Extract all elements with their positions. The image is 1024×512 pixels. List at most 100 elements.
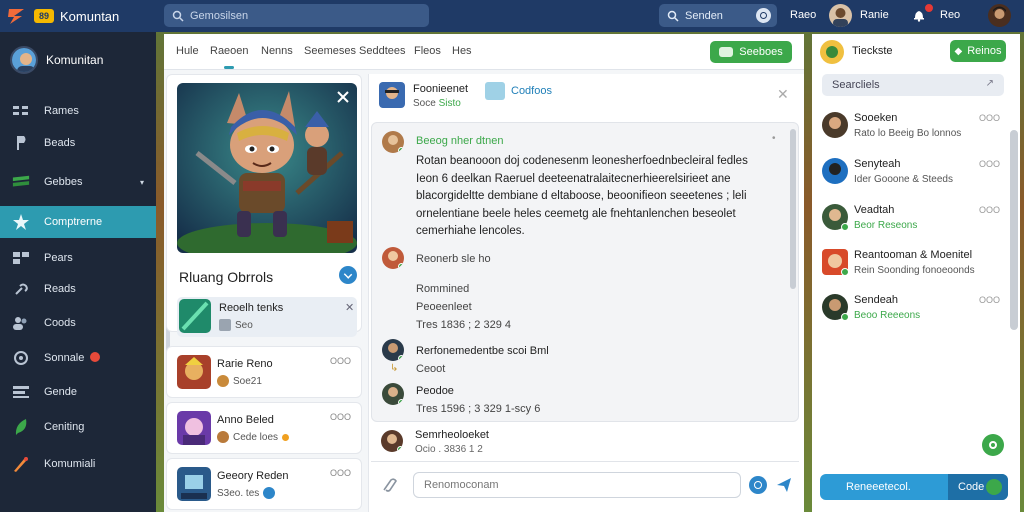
reply-icon[interactable]: ↳ bbox=[390, 363, 398, 374]
close-icon[interactable] bbox=[335, 89, 351, 105]
search-go-icon[interactable] bbox=[756, 8, 771, 23]
message-line: Rommined bbox=[416, 283, 470, 295]
card-time: OOO bbox=[329, 356, 351, 366]
contact-item[interactable]: Senyteah Ider Gooone & Steeds OOO bbox=[820, 154, 1010, 194]
new-button-label: Seeboes bbox=[739, 46, 783, 58]
message-preview[interactable]: Semrheoloeket Ocio . 3836 1 2 bbox=[371, 422, 799, 462]
refresh-button[interactable] bbox=[982, 434, 1004, 456]
plus-icon bbox=[719, 47, 734, 57]
online-indicator bbox=[398, 147, 404, 153]
panel-title: Tieckste bbox=[852, 45, 893, 57]
global-search-input[interactable]: Gemosilsen bbox=[164, 4, 429, 27]
main-content: Hule Raeoen Nenns Seemeses Seddtees Fleo… bbox=[164, 34, 804, 512]
avatar bbox=[217, 375, 229, 387]
sidebar-item-sonnale[interactable]: Sonnale bbox=[0, 342, 156, 374]
list-item[interactable]: Rarie Reno Soe21 OOO bbox=[166, 346, 362, 398]
secondary-search-text: Senden bbox=[685, 9, 723, 22]
leaf-icon bbox=[12, 418, 30, 436]
scrollbar[interactable] bbox=[790, 129, 796, 289]
quick-reply-action[interactable]: Code bbox=[948, 474, 1008, 500]
panel-avatar[interactable] bbox=[820, 40, 844, 64]
send-icon[interactable] bbox=[775, 476, 793, 494]
message-author: Peodoe bbox=[416, 385, 454, 397]
tab-seddtees[interactable]: Seddtees bbox=[359, 45, 405, 57]
chat-subtitle: Soce Sisto bbox=[413, 98, 461, 109]
clear-icon[interactable]: ↗ bbox=[986, 78, 994, 89]
sidebar-profile[interactable]: Komunitan bbox=[10, 46, 103, 74]
sidebar-item-gebbes[interactable]: Gebbes ▾ bbox=[0, 166, 156, 198]
dismiss-icon[interactable]: ✕ bbox=[345, 301, 354, 314]
tab-nenns[interactable]: Nenns bbox=[261, 45, 293, 57]
sidebar-item-ceniting[interactable]: Ceniting bbox=[0, 411, 156, 443]
post-list: Rluang Obrrols Reoelh tenks Seo ✕ Rarie … bbox=[166, 74, 362, 512]
contact-item[interactable]: Veadtah Beor Reseons OOO bbox=[820, 200, 1010, 240]
message-line: Tres 1836 ; 2 329 4 bbox=[416, 319, 511, 331]
avatar bbox=[822, 112, 848, 138]
card-thumbnail bbox=[177, 467, 211, 501]
tab-hes[interactable]: Hes bbox=[452, 45, 472, 57]
channel-tag-label: Codfoos bbox=[511, 85, 552, 97]
sidebar-item-rames[interactable]: Rames bbox=[0, 95, 156, 127]
avatar[interactable] bbox=[382, 247, 404, 269]
avatar[interactable] bbox=[382, 131, 404, 153]
link-icon bbox=[263, 487, 276, 499]
left-sidebar: Komunitan Rames Beads Gebbes ▾ Comptrern… bbox=[0, 32, 156, 512]
featured-card[interactable]: Rluang Obrrols Reoelh tenks Seo ✕ bbox=[166, 74, 362, 337]
pin-icon[interactable]: ✕ bbox=[777, 86, 789, 103]
sidebar-alert-dot bbox=[90, 352, 100, 362]
tab-fleos[interactable]: Fleos bbox=[414, 45, 441, 57]
avatar[interactable] bbox=[382, 383, 404, 405]
card-thumbnail bbox=[177, 411, 211, 445]
more-icon[interactable]: • bbox=[772, 133, 776, 144]
globe-icon bbox=[12, 349, 30, 367]
quick-reply-input[interactable]: Reneeetecol. Code bbox=[820, 474, 1008, 500]
lightning-logo-icon bbox=[6, 5, 28, 27]
sidebar-item-coods[interactable]: Coods bbox=[0, 307, 156, 339]
contact-item[interactable]: Sooeken Rato lo Beeig Bo lonnos OOO bbox=[820, 108, 1010, 148]
chat-avatar[interactable] bbox=[379, 82, 405, 108]
featured-subitem[interactable]: Reoelh tenks Seo ✕ bbox=[177, 297, 357, 337]
message-input[interactable]: Renomoconam bbox=[413, 472, 741, 498]
subitem-name: Reoelh tenks bbox=[219, 302, 284, 314]
channel-tag[interactable]: Codfoos bbox=[485, 82, 552, 100]
sidebar-item-label: Gende bbox=[44, 386, 78, 398]
image-icon bbox=[219, 319, 231, 331]
contact-name: Veadtah bbox=[854, 204, 895, 216]
sidebar-item-beads[interactable]: Beads bbox=[0, 127, 156, 159]
sidebar-item-komumiali[interactable]: Komumiali bbox=[0, 448, 156, 480]
sidebar-item-reads[interactable]: Reads bbox=[0, 273, 156, 305]
confirm-icon bbox=[986, 479, 1002, 495]
message-author: Reonerb sle ho bbox=[416, 253, 491, 265]
top-label-a[interactable]: Raeo bbox=[790, 9, 816, 21]
settings-icon: ◆ bbox=[954, 45, 963, 57]
list-item[interactable]: Geeory Reden S3eo. tes OOO bbox=[166, 458, 362, 510]
contact-item[interactable]: Reantooman & Moenitel Rein Soonding fono… bbox=[820, 245, 1010, 285]
sidebar-item-gende[interactable]: Gende bbox=[0, 376, 156, 408]
message-line: cemerhiahe lencoles. bbox=[416, 225, 525, 237]
sidebar-item-comptrerne[interactable]: Comptrerne bbox=[0, 206, 156, 238]
profile-avatar[interactable] bbox=[988, 4, 1011, 27]
message-line: Peoeenleet bbox=[416, 301, 472, 313]
sidebar-item-pears[interactable]: Pears bbox=[0, 242, 156, 274]
online-indicator bbox=[397, 446, 403, 452]
user-avatar[interactable] bbox=[829, 4, 852, 27]
avatar[interactable] bbox=[382, 339, 404, 361]
tab-raeoen[interactable]: Raeoen bbox=[210, 45, 249, 57]
contact-item[interactable]: Sendeah Beoo Reeeons OOO bbox=[820, 290, 1010, 330]
emoji-icon[interactable] bbox=[749, 476, 767, 494]
grid-icon bbox=[12, 102, 30, 120]
contact-search-input[interactable]: Searcliels ↗ bbox=[822, 74, 1004, 96]
app-logo[interactable]: 89 Komuntan bbox=[6, 4, 119, 28]
window-scrollbar[interactable] bbox=[1010, 130, 1018, 330]
list-item[interactable]: Anno Beled Cede loes OOO bbox=[166, 402, 362, 454]
top-label-b[interactable]: Reo bbox=[940, 9, 960, 21]
online-indicator bbox=[841, 268, 849, 276]
attachment-icon[interactable] bbox=[381, 476, 399, 494]
tab-hule[interactable]: Hule bbox=[176, 45, 199, 57]
panel-action-button[interactable]: ◆ Reinos bbox=[950, 40, 1006, 62]
secondary-search[interactable]: Senden bbox=[659, 4, 777, 27]
tab-seemeses[interactable]: Seemeses bbox=[304, 45, 356, 57]
user-name[interactable]: Ranie bbox=[860, 9, 889, 21]
search-icon bbox=[667, 10, 679, 22]
new-button[interactable]: Seeboes bbox=[710, 41, 792, 63]
